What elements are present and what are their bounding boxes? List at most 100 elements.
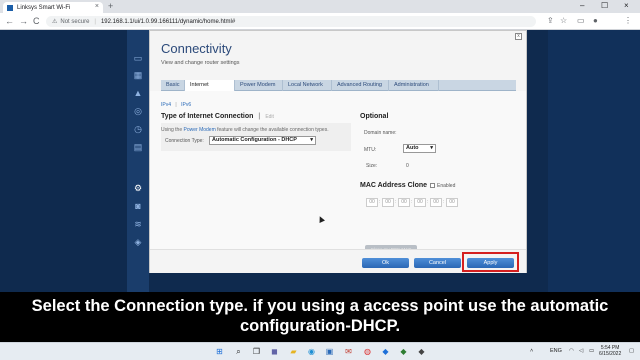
security-shield-icon[interactable]: ◈	[132, 236, 144, 248]
menu-icon[interactable]: ⋮	[624, 16, 632, 25]
tab-title: Linksys Smart Wi-Fi	[17, 4, 71, 11]
mac-colon: :	[411, 199, 413, 205]
clock-icon[interactable]: ◷	[132, 123, 144, 135]
optional-heading: Optional	[360, 113, 389, 120]
search-icon[interactable]: ⌕	[234, 347, 243, 356]
file-explorer-icon[interactable]: ▰	[289, 347, 298, 356]
bookmark-star-icon[interactable]: ☆	[560, 16, 567, 25]
tab-local-network[interactable]: Local Network	[283, 80, 332, 91]
connectivity-dialog: x Connectivity View and change router se…	[149, 30, 527, 273]
tab-internet-settings[interactable]: Internet Settings	[185, 80, 235, 99]
back-button[interactable]: ←	[5, 16, 14, 26]
taskbar: ⊞ ⌕ ❐ ◼ ▰ ◉ ▣ ✉ ◍ ◆ ◆ ◆ ˄ ENG ◠ ◁ ▭ 5:54…	[0, 342, 640, 360]
tab-advanced-routing[interactable]: Advanced Routing	[332, 80, 389, 91]
map-icon[interactable]: ▦	[132, 69, 144, 81]
minimize-button[interactable]: –	[580, 1, 584, 10]
mac-octet-3[interactable]: 00	[398, 198, 410, 207]
new-tab-button[interactable]: +	[108, 1, 113, 11]
cancel-button[interactable]: Cancel	[414, 258, 461, 268]
wifi-icon[interactable]: ≋	[132, 218, 144, 230]
parental-controls-icon[interactable]: ◎	[132, 105, 144, 117]
devices-icon[interactable]: ▭	[132, 52, 144, 64]
edit-link[interactable]: Edit	[265, 114, 274, 120]
mtu-chevron-down-icon: ▾	[430, 145, 433, 151]
url-separator: |	[94, 18, 96, 25]
ip-version-tabs: IPv4 | IPv6	[161, 102, 191, 108]
connection-type-value: Automatic Configuration - DHCP	[212, 137, 297, 143]
size-value: 0	[406, 163, 409, 169]
note-text-start: Using the	[161, 127, 184, 133]
teams-chat-icon[interactable]: ◼	[270, 347, 279, 356]
tab-close-icon[interactable]: ×	[95, 3, 99, 10]
url-field[interactable]: ⚠ Not secure | 192.168.1.1/ui/1.0.99.166…	[46, 16, 536, 27]
ipv6-link[interactable]: IPv6	[181, 102, 191, 108]
video-caption: Select the Connection type. if you using…	[0, 292, 640, 342]
mtu-label: MTU:	[364, 147, 377, 153]
warning-icon: ⚠	[52, 19, 58, 25]
mac-clone-enabled-checkbox[interactable]	[430, 183, 435, 188]
mac-octet-6[interactable]: 00	[446, 198, 458, 207]
note-text-end: feature will change the available connec…	[215, 127, 329, 133]
volume-icon[interactable]: ◁	[579, 348, 583, 354]
linksys-favicon-icon	[7, 4, 13, 11]
page-subtitle: View and change router settings	[161, 60, 240, 66]
forward-button[interactable]: →	[19, 16, 28, 26]
browser-tab[interactable]: Linksys Smart Wi-Fi ×	[3, 2, 103, 13]
chrome-browser-icon[interactable]: ◍	[363, 347, 372, 356]
tab-administration[interactable]: Administration	[389, 80, 439, 91]
windows-start-icon[interactable]: ⊞	[215, 347, 224, 356]
ipv4-link[interactable]: IPv4	[161, 102, 171, 108]
ok-button[interactable]: Ok	[362, 258, 409, 268]
mail-icon[interactable]: ✉	[344, 347, 353, 356]
settings-tabs: Basic Internet Settings Power Modem Loca…	[161, 80, 516, 99]
battery-icon[interactable]: ▭	[589, 348, 594, 354]
caption-line-2: configuration-DHCP.	[239, 317, 401, 335]
maximize-button[interactable]: ☐	[601, 1, 608, 10]
power-modem-note: Using the Power Modem feature will chang…	[161, 127, 329, 133]
url-text: 192.168.1.1/ui/1.0.99.166111/dynamic/hom…	[100, 18, 236, 25]
mtu-select[interactable]: Auto ▾	[403, 144, 436, 153]
power-modem-link[interactable]: Power Modem	[184, 127, 216, 133]
security-label: Not secure	[60, 18, 90, 25]
split-view-icon[interactable]: ▭	[577, 16, 585, 25]
screen: Linksys Smart Wi-Fi × + – ☐ × ← → C ⚠ No…	[0, 0, 640, 360]
address-bar-row: ← → C ⚠ Not secure | 192.168.1.1/ui/1.0.…	[0, 13, 640, 30]
connection-type-select[interactable]: Automatic Configuration - DHCP ▾	[209, 136, 316, 145]
mac-octet-4[interactable]: 00	[414, 198, 426, 207]
dialog-close-button[interactable]: x	[515, 33, 522, 40]
mac-octet-2[interactable]: 00	[382, 198, 394, 207]
connectivity-gear-icon[interactable]: ⚙	[132, 182, 144, 194]
internet-connection-heading: Type of Internet Connection | Edit	[161, 113, 274, 120]
task-view-icon[interactable]: ❐	[252, 347, 261, 356]
mac-octet-1[interactable]: 00	[366, 198, 378, 207]
system-clock[interactable]: 5:54 PM 6/15/2022	[599, 345, 621, 357]
media-icon[interactable]: ▤	[132, 141, 144, 153]
mac-clone-heading: MAC Address Clone	[360, 182, 428, 189]
tab-content: IPv4 | IPv6 Type of Internet Connection …	[150, 91, 526, 271]
domain-name-label: Domain name:	[364, 130, 397, 136]
tray-chevron-icon[interactable]: ˄	[530, 348, 533, 354]
browser-tab-strip: Linksys Smart Wi-Fi × + – ☐ ×	[0, 0, 640, 13]
store-icon[interactable]: ▣	[325, 347, 334, 356]
alert-icon[interactable]: ▲	[132, 87, 144, 99]
clock-date: 6/15/2022	[599, 351, 622, 357]
window-close-button[interactable]: ×	[624, 1, 629, 10]
connection-type-label: Connection Type:	[165, 138, 204, 144]
mac-octet-5[interactable]: 00	[430, 198, 442, 207]
edge-browser-icon[interactable]: ◉	[307, 347, 316, 356]
share-icon[interactable]: ⇪	[547, 16, 554, 25]
profile-icon[interactable]: ●	[593, 16, 598, 25]
notification-icon[interactable]: ▢	[629, 348, 634, 354]
apply-button[interactable]: Apply	[467, 258, 514, 268]
wifi-tray-icon[interactable]: ◠	[569, 348, 574, 354]
internet-connection-title: Type of Internet Connection	[161, 113, 254, 120]
camera-icon[interactable]: ◙	[132, 200, 144, 212]
app-icon-1[interactable]: ◆	[381, 347, 390, 356]
dialog-footer: Ok Cancel Apply	[150, 249, 526, 273]
app-icon-3[interactable]: ◆	[417, 347, 426, 356]
app-icon-2[interactable]: ◆	[399, 347, 408, 356]
tab-basic[interactable]: Basic	[161, 80, 185, 91]
tab-power-modem[interactable]: Power Modem	[235, 80, 283, 91]
reload-button[interactable]: C	[33, 16, 40, 26]
language-indicator[interactable]: ENG	[550, 348, 562, 354]
